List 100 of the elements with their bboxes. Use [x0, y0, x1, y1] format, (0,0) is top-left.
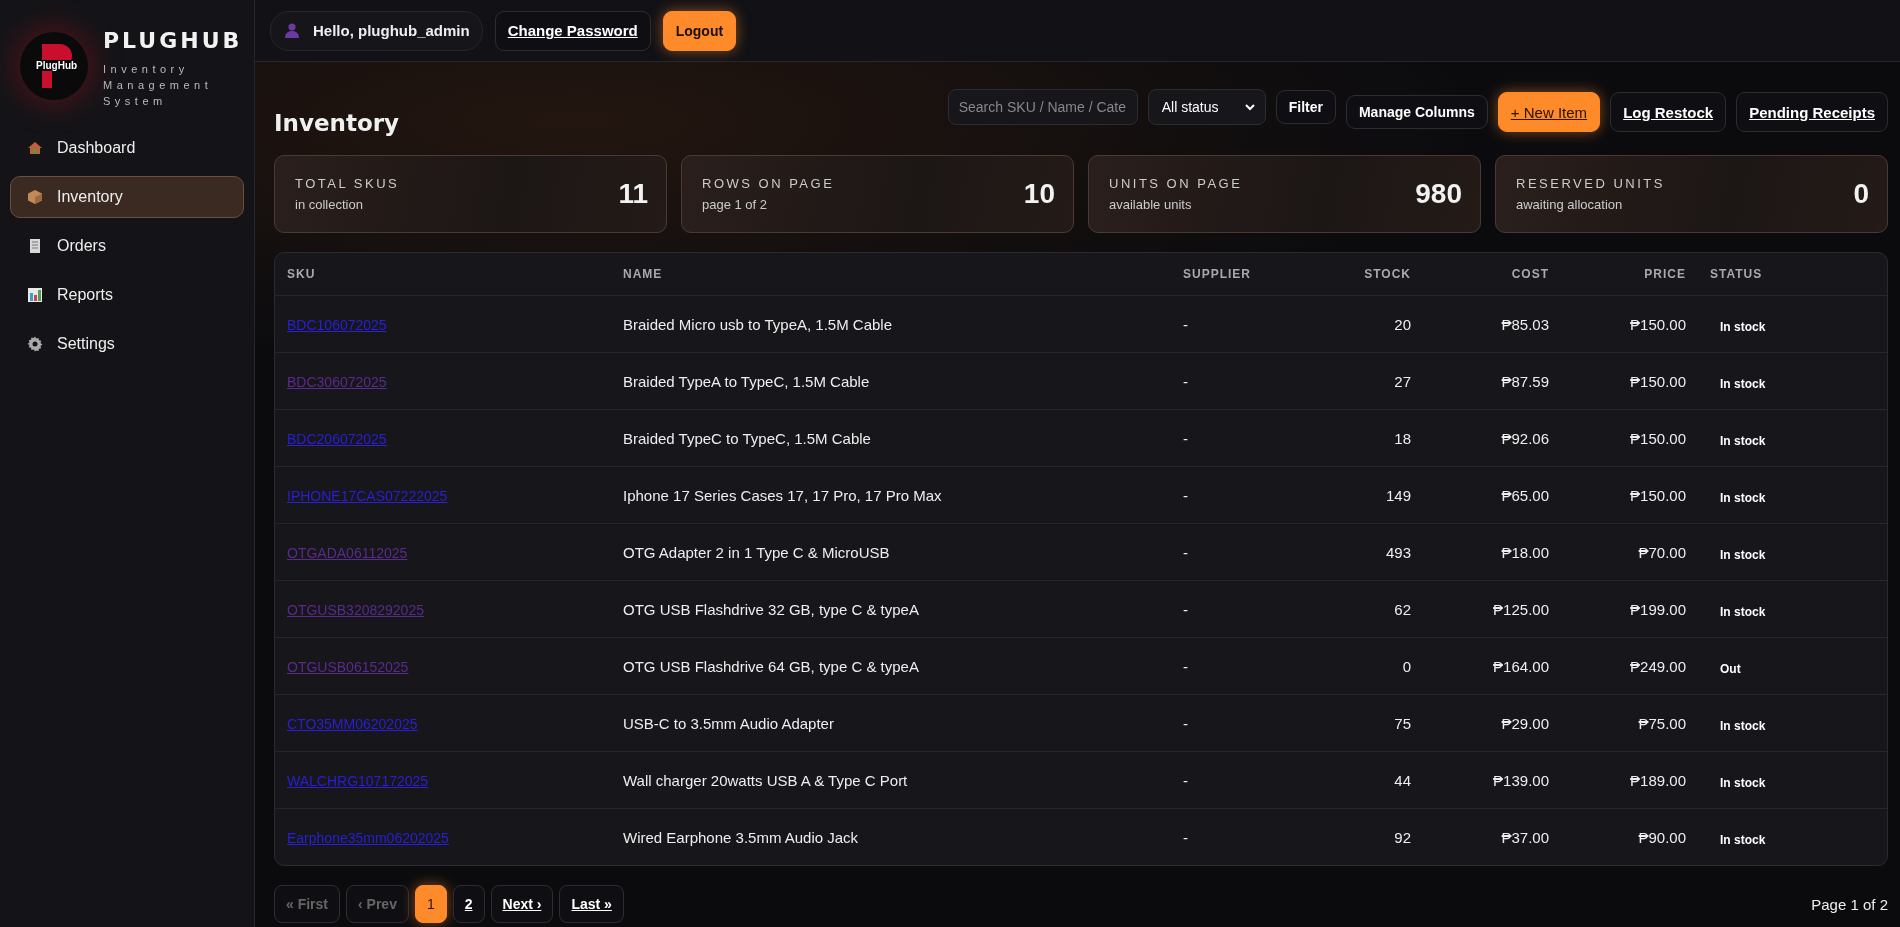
table-cell-text: - — [1182, 315, 1189, 333]
table-cell-text: ₱85.03 — [1500, 315, 1550, 333]
table-cell-text: 44 — [1393, 771, 1412, 789]
status-label: In stock — [1719, 547, 1767, 562]
table-cell-text: ₱65.00 — [1500, 486, 1550, 504]
table-cell-text: - — [1182, 429, 1189, 447]
stat-label: RESERVED UNITS — [1516, 176, 1665, 191]
column-header[interactable]: PRICE — [1561, 267, 1698, 281]
status-label: In stock — [1719, 319, 1767, 334]
log-restock-link[interactable]: Log Restock — [1610, 92, 1727, 132]
sidebar-item[interactable]: Orders — [10, 225, 244, 267]
status-label: Out — [1719, 661, 1742, 676]
table-cell-text: ₱150.00 — [1629, 315, 1687, 333]
column-header[interactable]: STOCK — [1321, 267, 1423, 281]
sidebar-item[interactable]: Reports — [10, 274, 244, 316]
table-cell-text: Braided TypeA to TypeC, 1.5M Cable — [622, 372, 871, 390]
logo-text: PlugHub — [34, 60, 80, 71]
page-button[interactable]: Next › — [490, 885, 554, 923]
table-cell-text: ₱189.00 — [1629, 771, 1687, 789]
status-label: In stock — [1719, 775, 1767, 790]
table-cell-text: USB-C to 3.5mm Audio Adapter — [622, 714, 835, 732]
box-icon — [27, 189, 43, 205]
table-cell-text: - — [1182, 600, 1189, 618]
table-cell-text: 0 — [1401, 657, 1412, 675]
column-header[interactable]: NAME — [611, 267, 1171, 281]
table-cell-text: Wall charger 20watts USB A & Type C Port — [622, 771, 909, 789]
table-cell-text: ₱125.00 — [1492, 600, 1550, 618]
table-cell-text: ₱90.00 — [1637, 828, 1687, 846]
pending-receipts-link[interactable]: Pending Receipts — [1736, 92, 1888, 132]
brand-subtitle: Inventory Management System — [103, 62, 214, 109]
stat-label: TOTAL SKUS — [295, 176, 400, 191]
stat-value: 10 — [1023, 178, 1055, 210]
table-cell-text: 75 — [1393, 714, 1412, 732]
table-cell-text: 18 — [1393, 429, 1412, 447]
table-cell-text: ₱150.00 — [1629, 486, 1687, 504]
table-cell-text: ₱199.00 — [1629, 600, 1687, 618]
table-cell-text: - — [1182, 486, 1189, 504]
table-cell-text: Iphone 17 Series Cases 17, 17 Pro, 17 Pro Max — [622, 486, 943, 504]
table-cell-text: 493 — [1384, 543, 1412, 561]
stat-caption: in collection — [295, 197, 364, 212]
chevron-down-icon — [1244, 103, 1255, 111]
table-cell-text: - — [1182, 828, 1189, 846]
table-cell-text: OTG Adapter 2 in 1 Type C & MicroUSB — [622, 543, 891, 561]
table-cell-text: ₱139.00 — [1492, 771, 1550, 789]
logout-button[interactable]: Logout — [662, 10, 737, 51]
page-title: Inventory — [274, 110, 400, 136]
new-item-button[interactable]: + New Item — [1497, 92, 1601, 132]
page-button[interactable]: 2 — [452, 885, 485, 923]
page-button[interactable]: 1 — [414, 885, 447, 923]
table-cell-text: ₱29.00 — [1500, 714, 1550, 732]
settings-icon — [27, 336, 43, 352]
table-cell-text: 20 — [1393, 315, 1412, 333]
column-header[interactable]: SUPPLIER — [1171, 267, 1321, 281]
manage-columns-button[interactable]: Manage Columns — [1345, 95, 1488, 129]
status-label: In stock — [1719, 490, 1767, 505]
sidebar-item[interactable]: Inventory — [10, 176, 244, 218]
filter-button[interactable]: Filter — [1275, 90, 1336, 124]
brand-title: PLUGHUB — [103, 28, 243, 53]
table-cell-text: ₱150.00 — [1629, 429, 1687, 447]
bar-chart-icon — [27, 287, 43, 303]
table-cell-text: - — [1182, 714, 1189, 732]
status-label: In stock — [1719, 376, 1767, 391]
table-cell-text: - — [1182, 771, 1189, 789]
table-cell-text: Braided TypeC to TypeC, 1.5M Cable — [622, 429, 872, 447]
table-cell-text: OTG USB Flashdrive 64 GB, type C & typeA — [622, 657, 920, 675]
table-cell-text: Braided Micro usb to TypeA, 1.5M Cable — [622, 315, 894, 333]
column-header[interactable]: STATUS — [1698, 267, 1887, 281]
table-cell-text: OTG USB Flashdrive 32 GB, type C & typeA — [622, 600, 920, 618]
column-header[interactable]: COST — [1423, 267, 1561, 281]
table-cell-text: ₱37.00 — [1500, 828, 1550, 846]
status-label: In stock — [1719, 604, 1767, 619]
receipt-icon — [27, 238, 43, 254]
stat-label: ROWS ON PAGE — [702, 176, 835, 191]
change-password-link[interactable]: Change Password — [494, 10, 651, 51]
greeting: Hello, plughub_admin — [313, 22, 470, 39]
table-cell-text: ₱164.00 — [1492, 657, 1550, 675]
stat-caption: awaiting allocation — [1516, 197, 1624, 212]
stat-value: 980 — [1415, 178, 1462, 210]
table-cell-text: - — [1182, 657, 1189, 675]
column-header[interactable]: SKU — [275, 267, 611, 281]
stat-value: 0 — [1853, 178, 1869, 210]
search-field[interactable]: Search SKU / Name / Cate — [947, 89, 1138, 125]
status-label: In stock — [1719, 718, 1767, 733]
sidebar-item[interactable]: Dashboard — [10, 127, 244, 169]
stat-value: 11 — [618, 178, 648, 210]
table-cell-text: 27 — [1393, 372, 1412, 390]
house-icon — [27, 140, 43, 156]
table-cell-text: 62 — [1393, 600, 1412, 618]
status-label: In stock — [1719, 832, 1767, 847]
table-cell-text: 92 — [1393, 828, 1412, 846]
sidebar-item[interactable]: Settings — [10, 323, 244, 365]
page-button[interactable]: Last » — [559, 885, 624, 923]
table-cell-text: ₱75.00 — [1637, 714, 1687, 732]
page-summary: Page 1 of 2 — [1811, 895, 1888, 913]
table-cell-text: ₱70.00 — [1637, 543, 1687, 561]
table-cell-text: - — [1182, 372, 1189, 390]
status-label: In stock — [1719, 433, 1767, 448]
status-dropdown[interactable]: All status — [1147, 89, 1266, 125]
table-cell-text: - — [1182, 543, 1189, 561]
table-cell-text: Wired Earphone 3.5mm Audio Jack — [622, 828, 860, 846]
